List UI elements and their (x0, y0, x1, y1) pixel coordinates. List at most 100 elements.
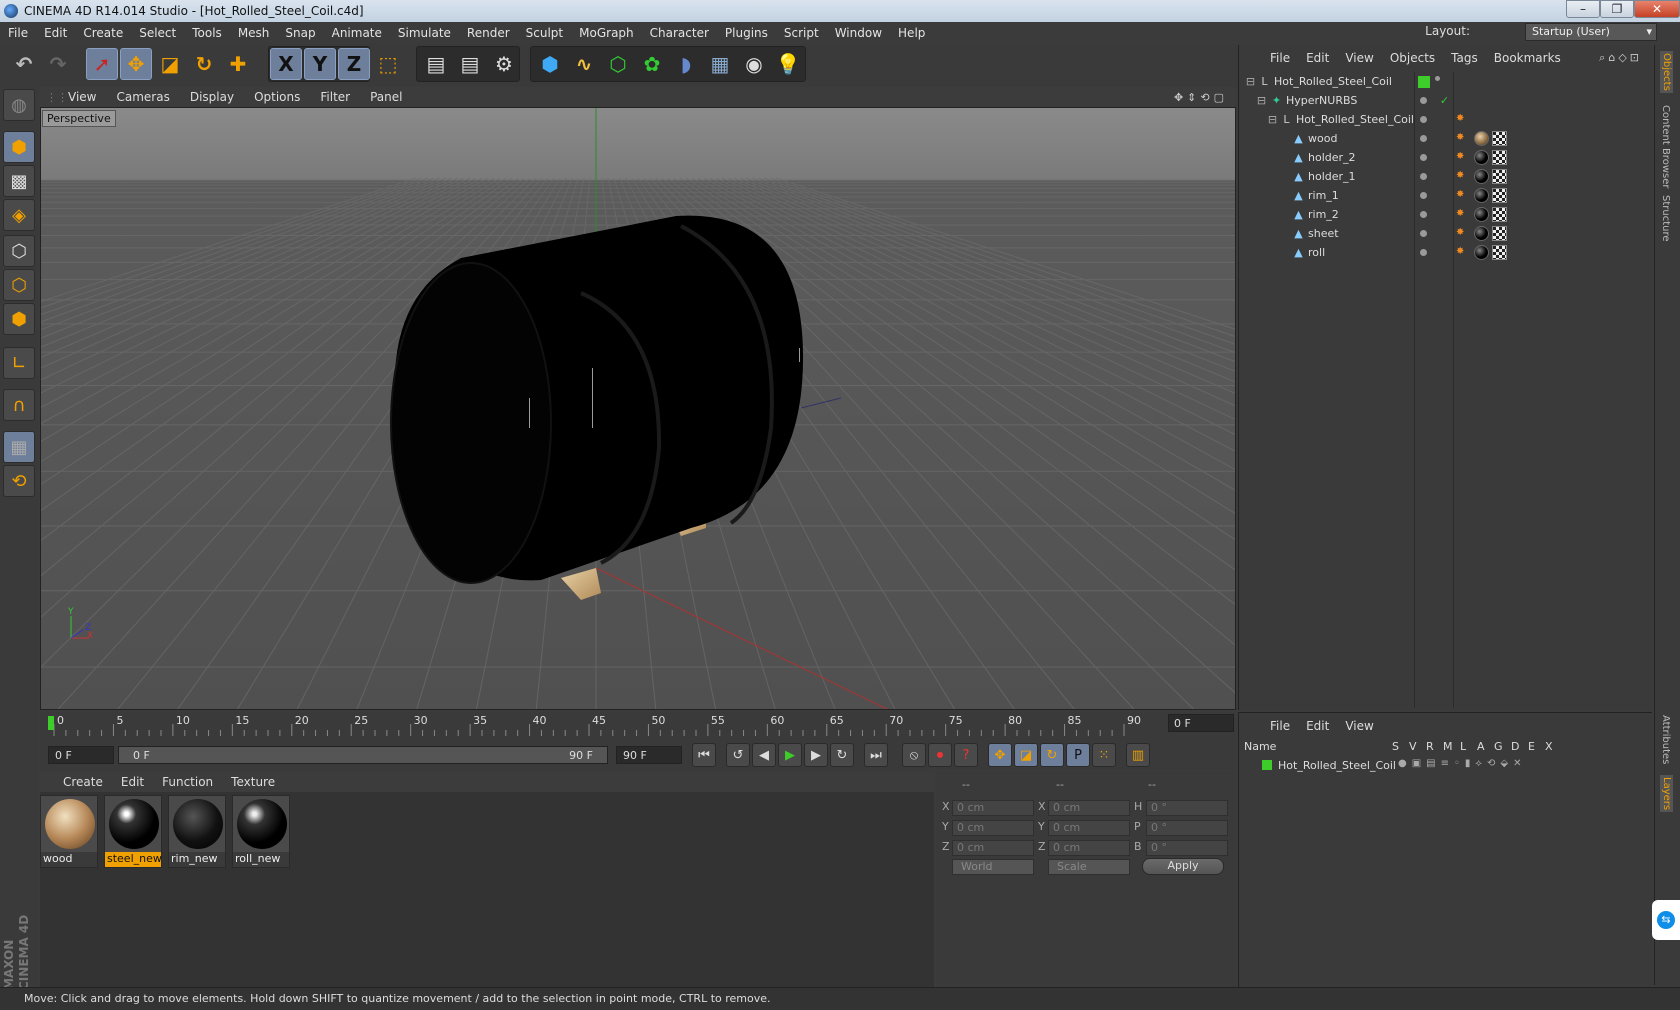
menu-plugins[interactable]: Plugins (717, 26, 776, 40)
visibility-dot[interactable] (1420, 154, 1427, 161)
material-menu-create[interactable]: Create (54, 775, 112, 789)
object-menu-file[interactable]: File (1262, 51, 1298, 65)
object-menu-tags[interactable]: Tags (1443, 51, 1486, 65)
y-axis-icon[interactable]: Y (304, 48, 336, 80)
object-manager-search-icon[interactable]: ⌕⌂◇⊡ (1599, 51, 1652, 65)
material-tag-icon[interactable] (1474, 150, 1489, 165)
render-view-icon[interactable]: ▤ (420, 48, 452, 80)
rotation-h-field[interactable]: 0 ° (1146, 800, 1228, 816)
texture-tag-icon[interactable] (1492, 188, 1507, 203)
position-y-field[interactable]: 0 cm (952, 820, 1034, 836)
object-row[interactable]: ⊟ L Hot_Rolled_Steel_Coil (1238, 72, 1652, 91)
object-menu-bookmarks[interactable]: Bookmarks (1486, 51, 1569, 65)
visibility-dot[interactable] (1420, 230, 1427, 237)
visibility-dot[interactable] (1420, 97, 1427, 104)
menu-window[interactable]: Window (827, 26, 890, 40)
object-row[interactable]: ▲ wood ✸ (1238, 129, 1652, 148)
material-wood[interactable]: wood (40, 795, 98, 868)
tree-toggle-icon[interactable]: ⊟ (1255, 94, 1268, 107)
phong-tag-icon[interactable]: ✸ (1456, 113, 1466, 125)
tab-content-browser[interactable]: Content Browser (1660, 105, 1671, 188)
menu-mesh[interactable]: Mesh (230, 26, 278, 40)
previous-frame-icon[interactable]: ◀ (752, 743, 776, 767)
rotation-b-field[interactable]: 0 ° (1146, 840, 1228, 856)
undo-icon[interactable]: ↶ (8, 48, 40, 80)
transform-mode-select[interactable]: Scale (1048, 859, 1130, 875)
points-mode-icon[interactable]: ⬡ (3, 235, 35, 267)
viewport-menu-cameras[interactable]: Cameras (106, 90, 179, 104)
material-tag-icon[interactable] (1474, 169, 1489, 184)
model-mode-icon[interactable]: ⬢ (3, 131, 35, 163)
menu-help[interactable]: Help (890, 26, 933, 40)
layer-menu-file[interactable]: File (1262, 719, 1298, 733)
light-icon[interactable]: 💡 (772, 48, 804, 80)
record-rotation-icon[interactable]: ↻ (1040, 743, 1064, 767)
z-axis-icon[interactable]: Z (338, 48, 370, 80)
rotate-icon[interactable]: ↻ (188, 48, 220, 80)
restore-button[interactable]: ❐ (1600, 0, 1634, 18)
visibility-dot[interactable] (1420, 135, 1427, 142)
phong-tag-icon[interactable]: ✸ (1456, 246, 1466, 258)
viewport-menu-filter[interactable]: Filter (310, 90, 360, 104)
record-parameter-icon[interactable]: P (1066, 743, 1090, 767)
end-frame-field[interactable]: 90 F (616, 746, 682, 764)
layer-color-icon[interactable] (1418, 76, 1430, 88)
phong-tag-icon[interactable]: ✸ (1456, 132, 1466, 144)
texture-tag-icon[interactable] (1492, 131, 1507, 146)
menu-animate[interactable]: Animate (324, 26, 390, 40)
snap-icon[interactable]: ∩ (3, 389, 35, 421)
move-icon[interactable]: ✥ (120, 48, 152, 80)
play-icon[interactable]: ▶ (778, 743, 802, 767)
render-settings-icon[interactable]: ⚙ (488, 48, 520, 80)
visibility-dot[interactable] (1435, 76, 1440, 81)
tree-toggle-icon[interactable]: ⊟ (1266, 113, 1279, 126)
tab-layers[interactable]: Layers (1660, 775, 1673, 813)
x-axis-icon[interactable]: X (270, 48, 302, 80)
next-frame-icon[interactable]: ▶ (804, 743, 828, 767)
coordinate-space-select[interactable]: World (952, 859, 1034, 875)
object-menu-edit[interactable]: Edit (1298, 51, 1337, 65)
viewport-menu-options[interactable]: Options (244, 90, 310, 104)
visibility-dot[interactable] (1420, 116, 1427, 123)
make-editable-icon[interactable]: ◍ (3, 89, 35, 121)
material-tag-icon[interactable] (1474, 245, 1489, 260)
menu-mograph[interactable]: MoGraph (571, 26, 642, 40)
record-keys-icon[interactable]: ⦸ (902, 743, 926, 767)
next-key-icon[interactable]: ↻ (830, 743, 854, 767)
enabled-check-icon[interactable]: ✓ (1438, 94, 1451, 107)
camera-icon[interactable]: ◉ (738, 48, 770, 80)
rotation-p-field[interactable]: 0 ° (1146, 820, 1228, 836)
nurbs-icon[interactable]: ⬡ (602, 48, 634, 80)
perspective-viewport[interactable]: Y X Z (40, 107, 1236, 710)
menu-simulate[interactable]: Simulate (390, 26, 459, 40)
material-menu-edit[interactable]: Edit (112, 775, 153, 789)
record-scale-icon[interactable]: ◪ (1014, 743, 1038, 767)
axis-mode-icon[interactable]: ∟ (3, 347, 35, 379)
autokey-icon[interactable]: ⏺ (928, 743, 952, 767)
position-x-field[interactable]: 0 cm (952, 800, 1034, 816)
menu-character[interactable]: Character (642, 26, 717, 40)
menu-render[interactable]: Render (459, 26, 518, 40)
layer-menu-view[interactable]: View (1337, 719, 1381, 733)
material-menu-texture[interactable]: Texture (222, 775, 284, 789)
previous-key-icon[interactable]: ↺ (726, 743, 750, 767)
teamviewer-icon[interactable]: ⇆ (1652, 900, 1680, 940)
menu-snap[interactable]: Snap (277, 26, 323, 40)
texture-mode-icon[interactable]: ▩ (3, 165, 35, 197)
object-row[interactable]: ⊟ L Hot_Rolled_Steel_Coil ✸ (1238, 110, 1652, 129)
layer-color-swatch[interactable] (1262, 760, 1272, 770)
phong-tag-icon[interactable]: ✸ (1456, 170, 1466, 182)
size-x-field[interactable]: 0 cm (1048, 800, 1130, 816)
visibility-dot[interactable] (1420, 192, 1427, 199)
tab-structure[interactable]: Structure (1660, 195, 1671, 242)
timeline-playhead[interactable] (48, 716, 54, 730)
phong-tag-icon[interactable]: ✸ (1456, 227, 1466, 239)
layer-row[interactable]: Hot_Rolled_Steel_Coil ●▣▤≡◦▮⟡⟲⬙✕ (1238, 757, 1652, 774)
deformer-icon[interactable]: ◗ (670, 48, 702, 80)
coordinate-system-icon[interactable]: ⬚ (372, 48, 404, 80)
menu-script[interactable]: Script (776, 26, 827, 40)
material-tag-icon[interactable] (1474, 207, 1489, 222)
cube-icon[interactable]: ⬢ (534, 48, 566, 80)
material-rim-new[interactable]: rim_new (168, 795, 226, 868)
size-z-field[interactable]: 0 cm (1048, 840, 1130, 856)
